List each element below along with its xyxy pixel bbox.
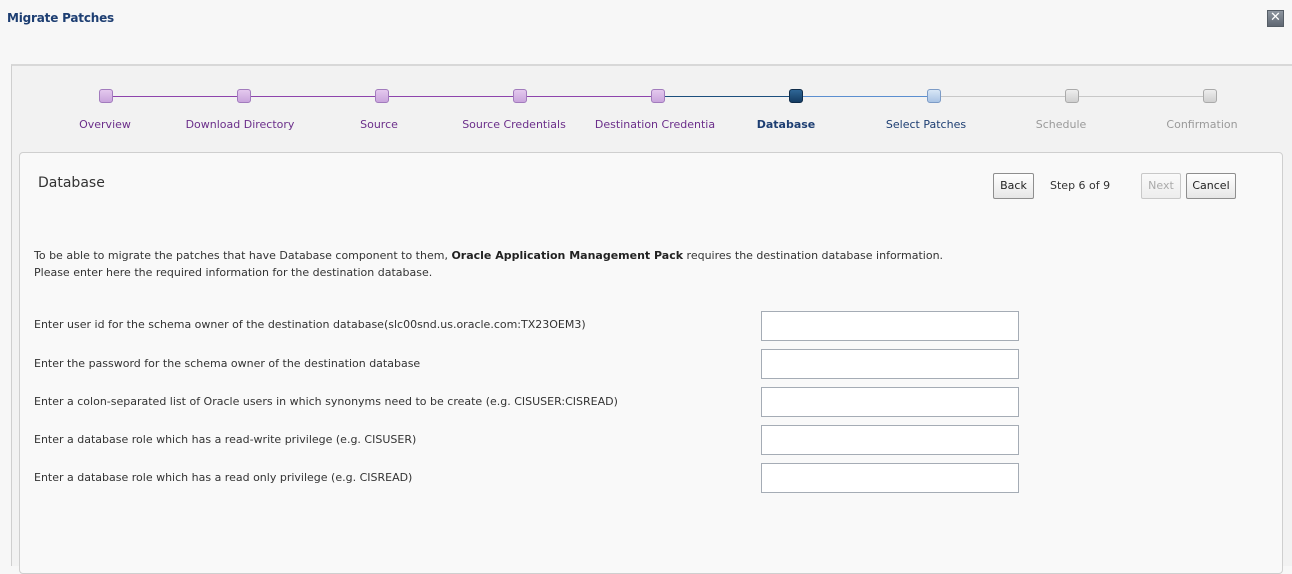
train-node-source[interactable]: [375, 89, 389, 103]
train-node-download-directory[interactable]: [237, 89, 251, 103]
train-navigation: Overview Download Directory Source Sourc…: [12, 66, 1292, 152]
train-label-confirmation: Confirmation: [1166, 118, 1238, 131]
back-button[interactable]: Back: [993, 173, 1034, 199]
train-node-source-credentials[interactable]: [513, 89, 527, 103]
synonym-users-input[interactable]: [761, 387, 1019, 417]
dialog-title: Migrate Patches: [7, 11, 114, 25]
train-connector: [244, 96, 382, 97]
next-button[interactable]: Next: [1141, 173, 1181, 199]
intro-text: To be able to migrate the patches that h…: [34, 247, 1194, 281]
train-node-confirmation: [1203, 89, 1217, 103]
train-connector: [1072, 96, 1210, 97]
train-connector: [658, 96, 796, 97]
read-only-role-label: Enter a database role which has a read o…: [34, 471, 413, 484]
train-connector: [382, 96, 520, 97]
close-icon[interactable]: ✕: [1267, 10, 1284, 27]
wizard-container: Overview Download Directory Source Sourc…: [11, 64, 1292, 574]
train-connector: [934, 96, 1072, 97]
train-node-database: [789, 89, 803, 103]
train-label-destination-credentials[interactable]: Destination Credentia: [595, 118, 715, 131]
train-label-source[interactable]: Source: [360, 118, 398, 131]
step-indicator: Step 6 of 9: [1050, 179, 1111, 192]
train-node-overview[interactable]: [99, 89, 113, 103]
read-write-role-input[interactable]: [761, 425, 1019, 455]
train-connector: [796, 96, 934, 97]
train-label-select-patches[interactable]: Select Patches: [886, 118, 966, 131]
train-label-download-directory[interactable]: Download Directory: [186, 118, 295, 131]
password-input[interactable]: [761, 349, 1019, 379]
train-node-schedule: [1065, 89, 1079, 103]
train-node-destination-credentials[interactable]: [651, 89, 665, 103]
intro-line1-suffix: requires the destination database inform…: [683, 249, 944, 262]
train-connector: [520, 96, 658, 97]
password-label: Enter the password for the schema owner …: [34, 357, 421, 370]
intro-line2: Please enter here the required informati…: [34, 266, 433, 279]
train-label-schedule: Schedule: [1035, 118, 1087, 131]
read-only-role-input[interactable]: [761, 463, 1019, 493]
train-label-database: Database: [756, 118, 816, 131]
intro-line1-prefix: To be able to migrate the patches that h…: [34, 249, 452, 262]
train-node-select-patches[interactable]: [927, 89, 941, 103]
read-write-role-label: Enter a database role which has a read-w…: [34, 433, 417, 446]
train-label-source-credentials[interactable]: Source Credentials: [462, 118, 566, 131]
cancel-button[interactable]: Cancel: [1186, 173, 1236, 199]
page-title: Database: [38, 175, 105, 191]
train-label-overview[interactable]: Overview: [79, 118, 131, 131]
synonym-users-label: Enter a colon-separated list of Oracle u…: [34, 395, 618, 408]
user-id-label: Enter user id for the schema owner of th…: [34, 318, 586, 331]
train-connector: [106, 96, 244, 97]
intro-product-name: Oracle Application Management Pack: [451, 249, 684, 262]
user-id-input[interactable]: [761, 311, 1019, 341]
database-panel: Database Back Step 6 of 9 Next Cancel To…: [19, 152, 1283, 574]
